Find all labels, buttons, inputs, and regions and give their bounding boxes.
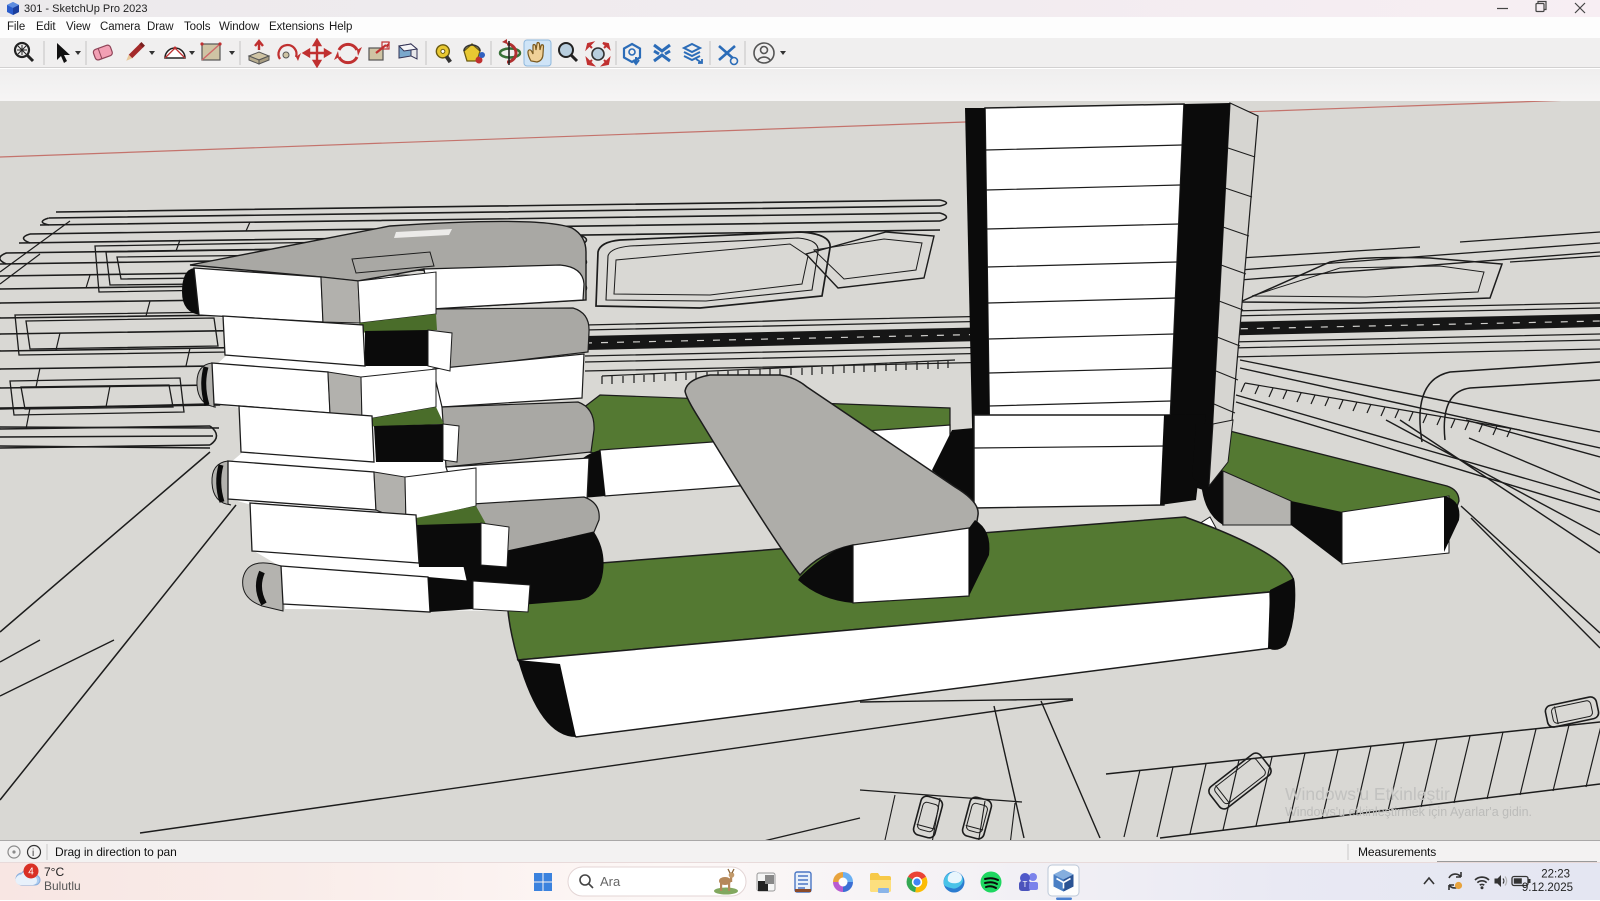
svg-text:Drag in direction to pan: Drag in direction to pan [55,845,177,859]
svg-text:Windows'u Etkinleştir: Windows'u Etkinleştir [1285,784,1450,804]
svg-text:4: 4 [28,867,34,878]
svg-text:9.12.2025: 9.12.2025 [1522,882,1573,894]
svg-text:301 - SketchUp Pro 2023: 301 - SketchUp Pro 2023 [24,3,148,15]
svg-text:T: T [1023,880,1028,889]
svg-text:22:23: 22:23 [1541,869,1570,881]
svg-text:Windows'u etkinleştirmek için: Windows'u etkinleştirmek için Ayarlar'a … [1285,805,1532,819]
svg-text:i: i [32,848,34,859]
svg-text:Bulutlu: Bulutlu [44,879,81,893]
svg-text:Ara: Ara [600,874,621,889]
svg-text:Measurements: Measurements [1358,845,1436,859]
svg-text:7°C: 7°C [44,865,64,879]
